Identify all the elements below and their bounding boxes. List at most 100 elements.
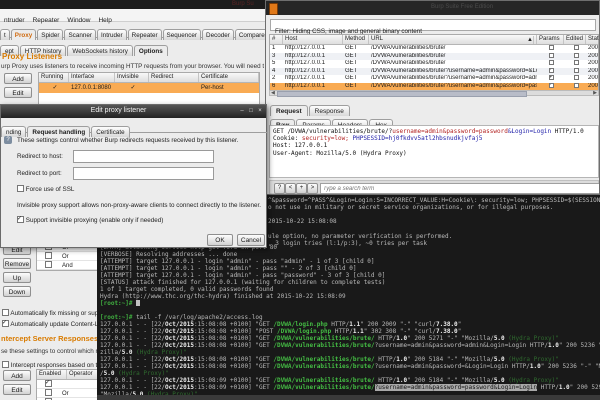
help-icon[interactable]: ?: [4, 136, 12, 144]
history-filter-bar[interactable]: Filter: Hiding CSS, image and general bi…: [270, 19, 596, 31]
search-add-button[interactable]: +: [296, 183, 307, 194]
col-x[interactable]: #: [270, 35, 283, 44]
subtab-websockets-history[interactable]: WebSockets history: [67, 45, 133, 56]
col-edited[interactable]: Edited: [564, 35, 586, 44]
scrollbar-thumb[interactable]: [277, 91, 527, 97]
params-checkbox: [549, 60, 554, 65]
server-rules-add-button[interactable]: Add: [3, 370, 31, 381]
minimize-icon[interactable]: –: [238, 107, 246, 115]
terminal-output: [DATA] attacking service http-get-form o…: [100, 244, 600, 398]
search-help-button[interactable]: ?: [274, 183, 285, 194]
rule-enabled-checkbox[interactable]: [45, 380, 52, 387]
proxy-sub-tabs: eptHTTP historyWebSockets historyOptions: [0, 38, 265, 51]
invisible-proxy-checkbox-box[interactable]: [17, 216, 24, 223]
dialog-tab-certificate[interactable]: Certificate: [91, 126, 129, 137]
col-url[interactable]: URL▲: [369, 35, 537, 44]
edit-listener-button[interactable]: Edit: [4, 87, 32, 98]
scrollbar-left-arrow-icon[interactable]: ◀: [271, 90, 275, 96]
redirect-port-field[interactable]: [73, 167, 214, 180]
status-cell: 200: [586, 75, 600, 83]
terminal-line: 1 of 1 target completed, 0 valid passwor…: [100, 286, 600, 293]
invisible-proxy-label: Support invisible proxying (enable only …: [26, 217, 164, 224]
dialog-tab-request-handling[interactable]: Request handling: [27, 126, 90, 137]
params-checkbox: [549, 45, 554, 50]
client-rules-up-button[interactable]: Up: [3, 272, 31, 283]
rule-enabled-checkbox[interactable]: [45, 252, 52, 259]
client-rules-down-button[interactable]: Down: [3, 286, 31, 297]
checkbox-box[interactable]: [2, 361, 9, 368]
invisible-proxy-checkbox[interactable]: Support invisible proxying (enable only …: [17, 216, 163, 224]
history-horizontal-scrollbar[interactable]: ◀ ▶: [269, 90, 599, 96]
terminal-line: [STATUS] attack finished for 127.0.0.1 (…: [100, 279, 600, 286]
search-next-button[interactable]: >: [307, 183, 318, 194]
rule-operator: Or: [62, 254, 69, 260]
screen: Burp Su ntruderRepeaterWindowHelp tProxy…: [0, 0, 600, 400]
col-params[interactable]: Params: [537, 35, 564, 44]
params-checkbox: [549, 83, 554, 88]
history-row[interactable]: 5http://127.0.0.1GET/DVWA/vulnerabilitie…: [270, 60, 598, 68]
burp-window-titlebar[interactable]: Burp Su: [0, 0, 265, 9]
redirect-host-label: Redirect to host:: [17, 153, 63, 160]
intercept-server-responses-description: se these settings to control which res: [1, 348, 97, 355]
force-ssl-label: Force use of SSL: [26, 186, 75, 193]
history-window-title: Burp Suite Free Edition: [431, 4, 493, 10]
terminal-hydra-fragments: ^&password=^PASS^&Login=Login:S=INCORREC…: [268, 197, 600, 247]
terminal-line: ule option, no parameter verification is…: [268, 233, 600, 240]
ok-button[interactable]: OK: [207, 234, 233, 246]
history-row[interactable]: 3http://127.0.0.1GET/DVWA/vulnerabilitie…: [270, 53, 598, 61]
request-line: GET /DVWA/vulnerabilities/brute/?usernam…: [273, 128, 598, 135]
rule-operator: Or: [62, 391, 69, 397]
history-table[interactable]: #HostMethodURL▲ParamsEditedStatus1http:/…: [269, 34, 599, 92]
dialog-titlebar[interactable]: Edit proxy listener – □ ×: [1, 105, 266, 118]
col-method[interactable]: Method: [343, 35, 369, 44]
client-rules-remove-button[interactable]: Remove: [3, 258, 31, 269]
history-row[interactable]: 2http://127.0.0.1GET/DVWA/vulnerabilitie…: [270, 75, 598, 83]
search-prev-button[interactable]: <: [285, 183, 296, 194]
checkbox-box[interactable]: [2, 320, 9, 327]
col-redirect: Redirect: [149, 73, 199, 82]
terminal-line: 127.0.0.1 - - [22/Oct/2015:15:08:08 +010…: [100, 335, 600, 342]
update-content-length-checkbox[interactable]: Automatically update Content-Lengt: [2, 320, 102, 328]
terminal-bottom-bar: [97, 395, 600, 400]
checkbox-box[interactable]: [2, 309, 9, 316]
listener-row[interactable]: ✓127.0.0.1:8080✓Per-host: [39, 83, 259, 93]
request-raw-view[interactable]: GET /DVWA/vulnerabilities/brute/?usernam…: [269, 125, 599, 178]
terminal-line: o not use in military or secret service …: [268, 204, 600, 211]
rule-enabled-checkbox[interactable]: [45, 261, 52, 268]
cancel-button[interactable]: Cancel: [237, 234, 265, 246]
fix-missing-checkbox[interactable]: Automatically fix missing or superflu: [2, 309, 102, 317]
terminal-line: 127.0.0.1 - - [22/Oct/2015:15:08:08 +010…: [100, 328, 600, 335]
scrollbar-right-arrow-icon[interactable]: ▶: [593, 90, 597, 96]
history-row[interactable]: 4http://127.0.0.1GET/DVWA/vulnerabilitie…: [270, 68, 598, 76]
terminal-line: 127.0.0.1 - - [22/Oct/2015:15:08:08 +010…: [100, 342, 600, 349]
redirect-host-field[interactable]: [73, 150, 214, 163]
col-interface: Interface: [69, 73, 115, 82]
intercept-responses-checkbox[interactable]: Intercept responses based on the f: [2, 361, 102, 369]
terminal-line: [root:~]# tail -f /var/log/apache2/acces…: [100, 314, 600, 321]
maximize-icon[interactable]: □: [247, 107, 255, 115]
server-rules-edit-button[interactable]: Edit: [3, 384, 31, 395]
search-input[interactable]: [320, 183, 600, 194]
dialog-title: Edit proxy listener: [1, 107, 236, 114]
col-status[interactable]: Status: [586, 35, 600, 44]
proxy-listeners-table[interactable]: RunningInterfaceInvisibleRedirectCertifi…: [38, 72, 260, 105]
col-invisible: Invisible: [115, 73, 149, 82]
subtab-options[interactable]: Options: [134, 45, 168, 56]
terminal-line: /5.0 (Hydra Proxy)": [100, 370, 600, 377]
history-window-titlebar[interactable]: Burp Suite Free Edition: [266, 1, 600, 15]
rule-enabled-checkbox[interactable]: [45, 389, 52, 396]
add-listener-button[interactable]: Add: [4, 73, 32, 84]
force-ssl-checkbox[interactable]: Force use of SSL: [17, 185, 74, 193]
request-line: Host: 127.0.0.1: [273, 142, 598, 149]
message-search-bar: ?<+>: [269, 180, 599, 194]
force-ssl-checkbox-box[interactable]: [17, 185, 24, 192]
col-host[interactable]: Host: [283, 35, 343, 44]
status-cell: 200: [586, 53, 600, 61]
edited-checkbox: [574, 75, 579, 80]
status-cell: 200: [586, 45, 600, 53]
close-icon[interactable]: ×: [256, 107, 264, 115]
request-line: Cookie: security=low; PHPSESSID=hj0fkdvv…: [273, 135, 598, 142]
terminal-line: 127.0.0.1 - - [22/Oct/2015:15:08:09 +010…: [100, 377, 600, 384]
history-row[interactable]: 1http://127.0.0.1GET/DVWA/vulnerabilitie…: [270, 45, 598, 53]
col-running: Running: [39, 73, 69, 82]
